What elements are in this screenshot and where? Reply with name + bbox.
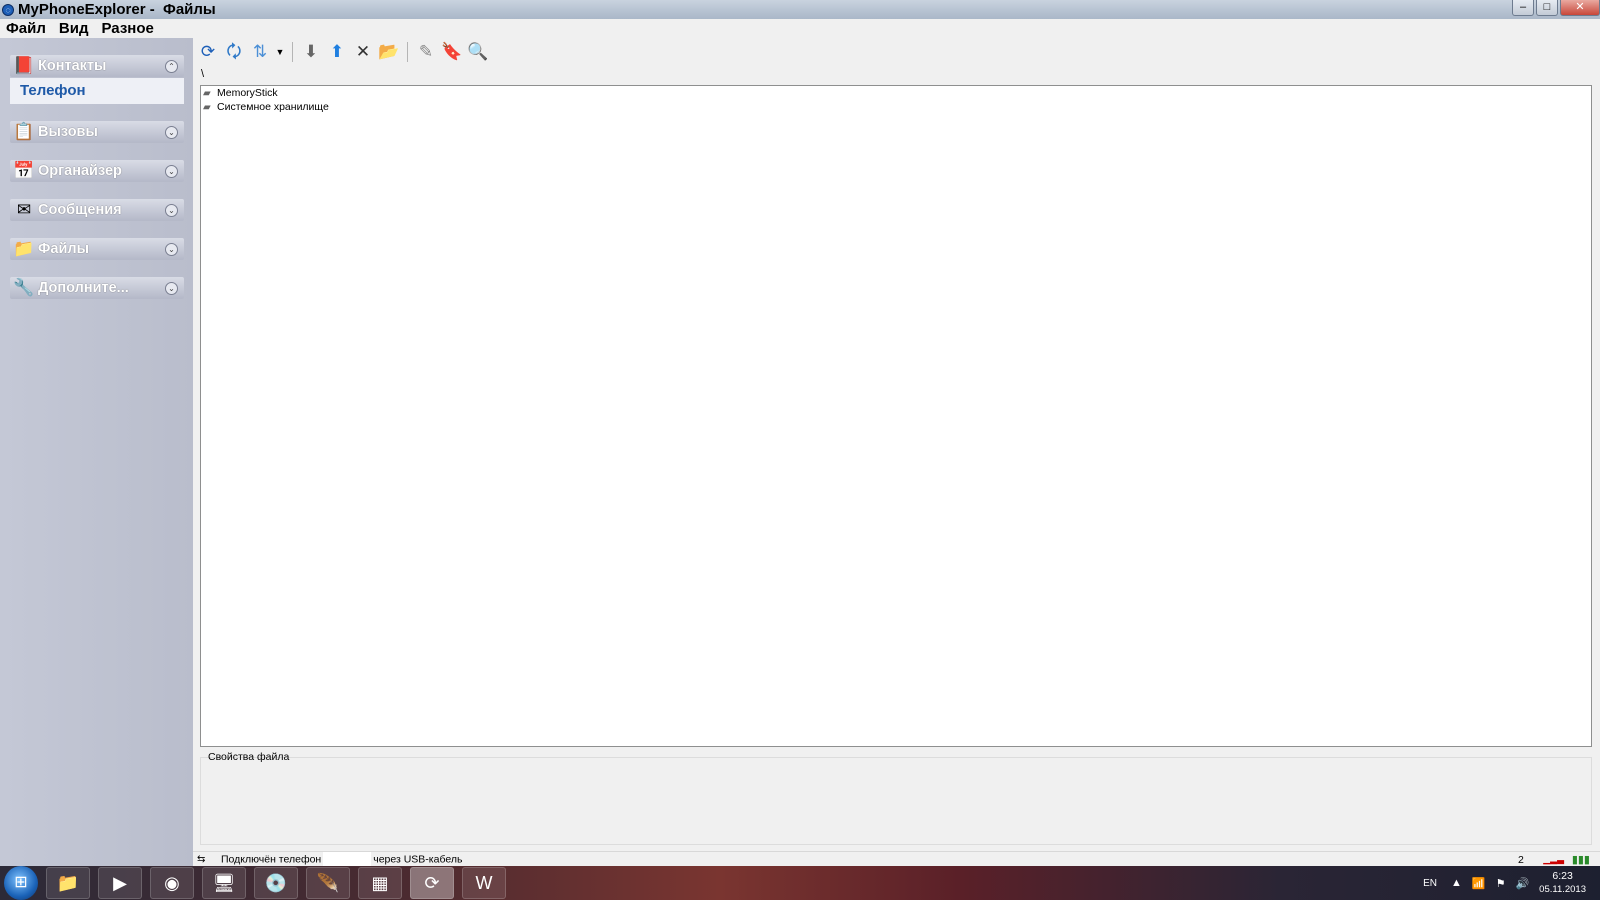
close-button[interactable]: ✕: [1560, 0, 1600, 16]
app-icon: ◌: [2, 3, 14, 16]
bookmark-icon[interactable]: 🔖: [441, 41, 463, 63]
sidebar-group-files[interactable]: 📁 Файлы ⌄: [10, 238, 184, 260]
search-folder-icon[interactable]: 🔍: [467, 41, 489, 63]
folder-icon[interactable]: 📁: [46, 867, 90, 899]
network-icon[interactable]: 📶: [1472, 877, 1486, 890]
toolbar: ⟳ 🗘 ⇅ ▼ ⬇ ⬆ ✕ 📂 ✎ 🔖 🔍: [195, 38, 1600, 66]
list-item[interactable]: ▰ Системное хранилище: [201, 100, 1591, 114]
clock[interactable]: 6:23 05.11.2013: [1539, 870, 1586, 896]
sync-icon[interactable]: ⟳: [197, 41, 219, 63]
battery-icon: ▮▮▮: [1571, 854, 1590, 866]
sync-options-icon[interactable]: ⇅: [249, 41, 271, 63]
tools-icon: 🔧: [13, 278, 35, 297]
status-text: Подключён телефон через USB-кабель: [221, 852, 463, 867]
chevron-down-icon[interactable]: ⌄: [165, 242, 178, 256]
toolbar-separator: [292, 42, 293, 62]
new-folder-icon[interactable]: 📂: [378, 41, 400, 63]
drive-icon: ▰: [203, 87, 211, 99]
toolbar-separator: [407, 42, 408, 62]
feather-icon[interactable]: 🪶: [306, 867, 350, 899]
window-title: MyPhoneExplorer - Файлы: [18, 1, 216, 18]
window-controls: – □ ✕: [1510, 0, 1600, 19]
sidebar-group-calls[interactable]: 📋 Вызовы ⌄: [10, 121, 184, 143]
chevron-down-icon[interactable]: ⌄: [165, 203, 178, 217]
sidebar-group-label: Файлы: [38, 241, 89, 257]
signal-icon: ▁▂▃: [1543, 854, 1564, 864]
file-properties-label: Свойства файла: [208, 751, 290, 763]
chevron-up-icon[interactable]: ⌃: [165, 59, 178, 73]
sidebar: 📕 Контакты ⌃ Телефон 📋 Вызовы ⌄ 📅 Органа…: [0, 38, 193, 866]
device-manager-icon[interactable]: 🖥: [202, 867, 246, 899]
language-indicator[interactable]: EN: [1423, 878, 1437, 889]
sidebar-group-contacts-body: Телефон: [10, 78, 184, 104]
file-properties-panel: [200, 757, 1592, 845]
menu-file[interactable]: Файл: [0, 20, 53, 37]
chevron-down-icon[interactable]: ⌄: [165, 125, 178, 139]
delete-icon[interactable]: ✕: [352, 41, 374, 63]
taskbar: ⊞ 📁 ▶ ◉ 🖥 💿 🪶 ▦ ⟳ W EN ▲ 📶 ⚑ 🔊 6:23 05.1…: [0, 866, 1600, 900]
sidebar-group-label: Органайзер: [38, 163, 122, 179]
maximize-button[interactable]: □: [1536, 0, 1558, 16]
sidebar-group-organizer[interactable]: 📅 Органайзер ⌄: [10, 160, 184, 182]
menu-misc[interactable]: Разное: [95, 20, 160, 37]
system-tray: EN ▲ 📶 ⚑ 🔊 6:23 05.11.2013: [1423, 866, 1600, 900]
item-name: MemoryStick: [217, 87, 278, 99]
word-icon[interactable]: W: [462, 867, 506, 899]
minimize-button[interactable]: –: [1512, 0, 1534, 16]
sidebar-group-contacts[interactable]: 📕 Контакты ⌃: [10, 55, 184, 77]
action-center-icon[interactable]: ⚑: [1496, 877, 1506, 890]
calls-icon: 📋: [13, 122, 35, 141]
contacts-book-icon: 📕: [13, 56, 35, 75]
clock-date: 05.11.2013: [1539, 884, 1586, 895]
redacted-area: [323, 852, 372, 867]
list-item[interactable]: ▰ MemoryStick: [201, 86, 1591, 100]
chrome-icon[interactable]: ◉: [150, 867, 194, 899]
media-player-icon[interactable]: ▶: [98, 867, 142, 899]
disc-icon[interactable]: 💿: [254, 867, 298, 899]
rename-icon[interactable]: ✎: [415, 41, 437, 63]
start-button[interactable]: ⊞: [4, 866, 38, 900]
sidebar-group-label: Вызовы: [38, 124, 98, 140]
clock-time: 6:23: [1552, 870, 1573, 882]
sidebar-group-label: Сообщения: [38, 202, 122, 218]
item-name: Системное хранилище: [217, 101, 329, 113]
upload-icon[interactable]: ⬆: [326, 41, 348, 63]
messages-envelope-icon: ✉: [16, 200, 32, 219]
folder-icon: 📁: [13, 239, 35, 258]
minecraft-icon[interactable]: ▦: [358, 867, 402, 899]
refresh-icon[interactable]: 🗘: [223, 41, 245, 63]
tray-expand-icon[interactable]: ▲: [1451, 877, 1462, 889]
download-icon[interactable]: ⬇: [300, 41, 322, 63]
status-count: 2: [1518, 853, 1524, 866]
current-path: \: [201, 68, 205, 80]
drive-icon: ▰: [203, 101, 211, 113]
chevron-down-icon[interactable]: ⌄: [165, 164, 178, 178]
menu-bar: Файл Вид Разное: [0, 19, 1600, 38]
chevron-down-icon[interactable]: ⌄: [165, 281, 178, 295]
file-list[interactable]: ▰ MemoryStick ▰ Системное хранилище: [200, 85, 1592, 747]
dropdown-arrow-icon[interactable]: ▼: [275, 41, 285, 63]
sidebar-group-label: Дополните...: [38, 280, 129, 296]
usb-cable-icon: ⇆: [197, 854, 206, 865]
sidebar-group-label: Контакты: [38, 58, 107, 74]
volume-icon[interactable]: 🔊: [1515, 877, 1529, 890]
sidebar-group-extras[interactable]: 🔧 Дополните... ⌄: [10, 277, 184, 299]
sidebar-item-phone[interactable]: Телефон: [10, 78, 184, 99]
menu-view[interactable]: Вид: [53, 20, 96, 37]
title-bar: ◌ MyPhoneExplorer - Файлы – □ ✕: [0, 0, 1600, 19]
status-bar: ⇆ Подключён телефон через USB-кабель 2 ▁▂…: [193, 851, 1600, 867]
organizer-icon: 📅: [13, 161, 35, 180]
sidebar-group-messages[interactable]: ✉ Сообщения ⌄: [10, 199, 184, 221]
myphoneexplorer-icon[interactable]: ⟳: [410, 867, 454, 899]
